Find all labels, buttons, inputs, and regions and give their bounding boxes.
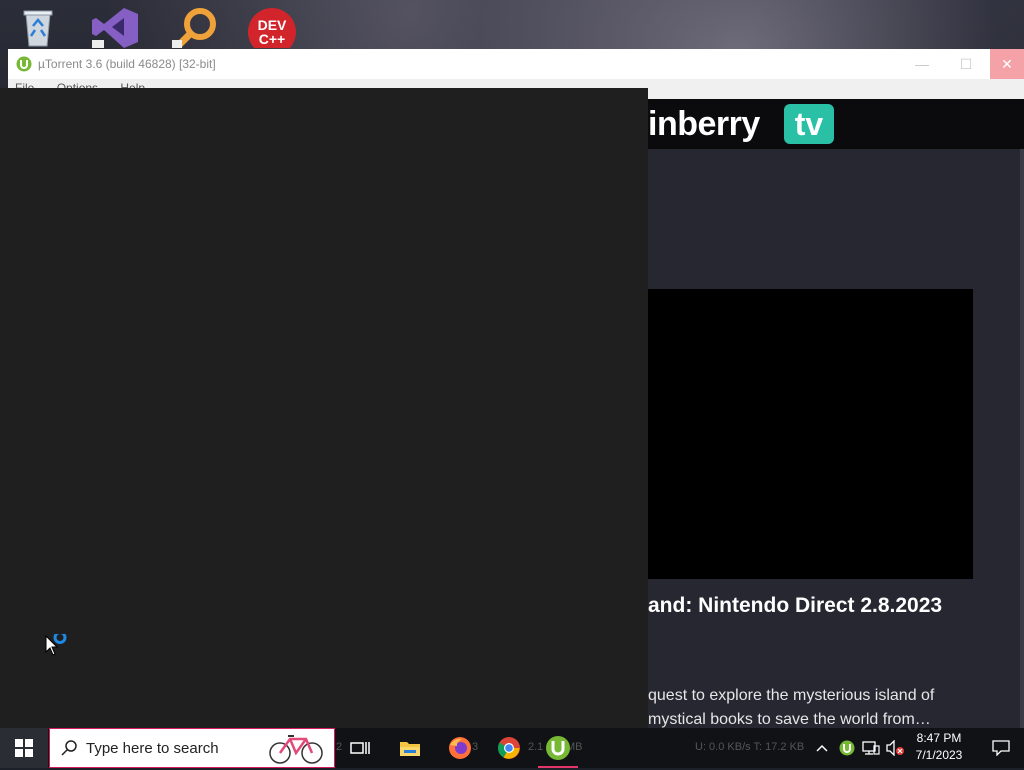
close-button[interactable]: ✕ <box>990 49 1024 79</box>
search-icon <box>60 739 78 757</box>
title-bar[interactable]: µTorrent 3.6 (build 46828) [32-bit] — ☐ … <box>8 49 1024 79</box>
utorrent-tray-icon <box>839 740 855 756</box>
network-tray-button[interactable] <box>860 728 882 768</box>
volume-tray-button[interactable] <box>884 728 906 768</box>
utorrent-taskbar-button[interactable] <box>534 728 582 768</box>
search-app-icon[interactable] <box>170 6 222 48</box>
visual-studio-icon[interactable] <box>90 6 142 48</box>
network-icon <box>862 741 880 755</box>
system-clock[interactable]: 8:47 PM 7/1/2023 <box>906 730 972 764</box>
ad-video[interactable] <box>648 289 973 579</box>
task-view-icon <box>350 742 370 754</box>
folder-icon <box>400 742 420 756</box>
search-placeholder: Type here to search <box>86 739 219 757</box>
ad-description: quest to explore the mysterious island o… <box>648 684 934 732</box>
task-view-button[interactable] <box>336 728 384 768</box>
maximize-button[interactable]: ☐ <box>944 49 988 79</box>
file-explorer-button[interactable] <box>386 728 434 768</box>
utorrent-logo-icon <box>16 56 32 72</box>
firefox-button[interactable] <box>436 728 484 768</box>
chrome-button[interactable] <box>485 728 533 768</box>
taskbar: Type here to search 2 3 2.1 MB U: 0.0 KB… <box>0 728 1024 768</box>
windows-logo-icon <box>15 739 33 757</box>
dev-cpp-icon[interactable]: DEV C++ <box>246 6 298 48</box>
window-title: µTorrent 3.6 (build 46828) [32-bit] <box>38 57 216 71</box>
search-box[interactable]: Type here to search <box>49 728 335 768</box>
utorrent-tray-button[interactable] <box>836 728 858 768</box>
loading-overlay <box>0 88 648 739</box>
volume-muted-icon <box>886 740 904 756</box>
start-button[interactable] <box>0 728 48 768</box>
svg-text:C++: C++ <box>259 31 285 47</box>
show-hidden-icons-button[interactable] <box>812 728 832 768</box>
chrome-icon <box>498 737 520 759</box>
ad-scrollbar[interactable] <box>1020 149 1024 739</box>
rainberry-logo: inberry <box>648 105 760 143</box>
clock-time: 8:47 PM <box>916 731 962 745</box>
action-center-button[interactable] <box>978 728 1024 768</box>
chevron-up-icon <box>816 744 828 752</box>
notification-icon <box>992 740 1010 756</box>
firefox-icon <box>449 737 471 759</box>
ad-description-line-1: quest to explore the mysterious island o… <box>648 687 935 704</box>
busy-cursor-icon <box>45 631 71 663</box>
ad-header: inberry tv <box>648 99 1024 149</box>
ad-headline[interactable]: and: Nintendo Direct 2.8.2023 <box>648 594 942 618</box>
utorrent-icon <box>546 736 570 760</box>
utorrent-status-text: U: 0.0 KB/s T: 17.2 KB <box>695 741 805 753</box>
recycle-bin-icon[interactable] <box>12 6 64 48</box>
minimize-button[interactable]: — <box>900 49 944 79</box>
bicycle-icon <box>268 731 324 770</box>
ad-panel[interactable]: inberry tv and: Nintendo Direct 2.8.2023… <box>648 99 1024 739</box>
rainberry-tv-badge: tv <box>784 104 834 144</box>
clock-date: 7/1/2023 <box>915 748 963 762</box>
